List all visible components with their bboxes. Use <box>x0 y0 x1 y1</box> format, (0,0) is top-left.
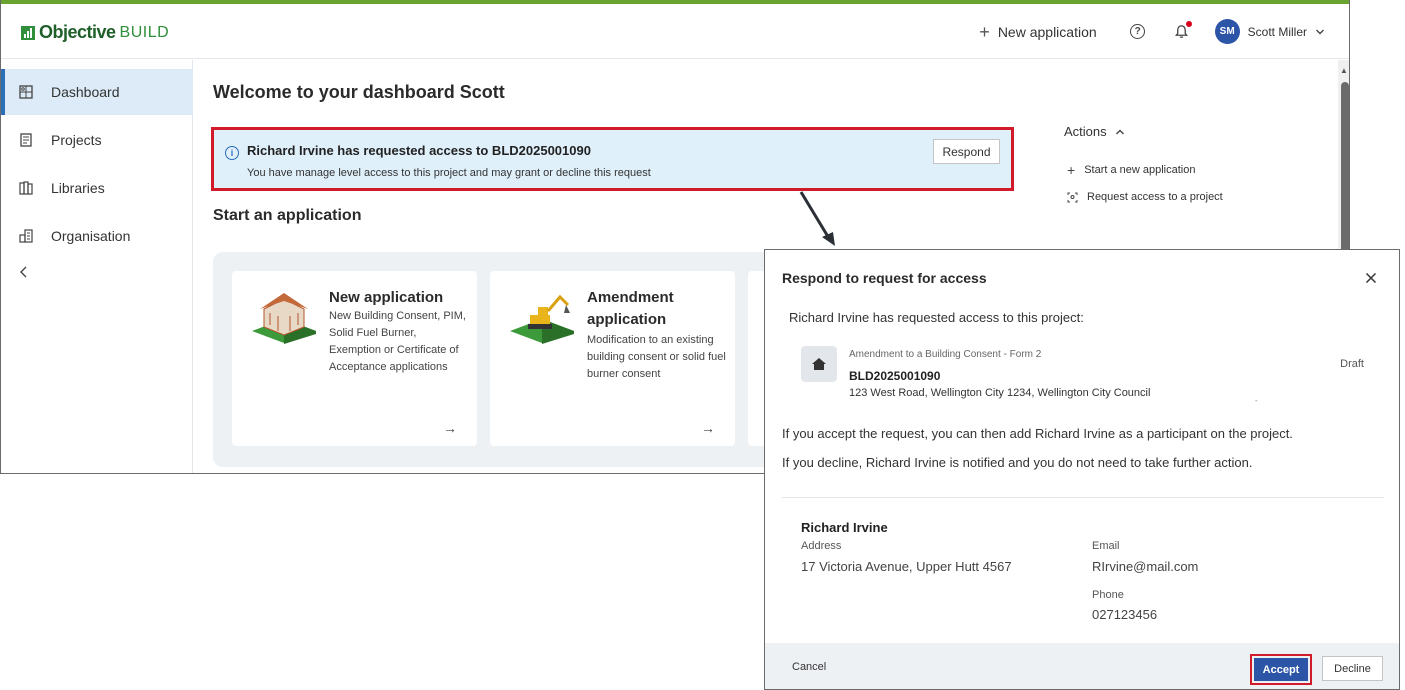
chevron-left-icon <box>20 266 27 278</box>
header: Objective BUILD + New application ? SM S… <box>1 4 1349 59</box>
card-title: Amendment application <box>587 289 674 328</box>
new-application-label: New application <box>997 23 1097 40</box>
user-menu[interactable]: SM Scott Miller <box>1214 19 1325 44</box>
help-button[interactable]: ? <box>1127 21 1149 43</box>
sidebar-item-projects[interactable]: Projects <box>1 117 193 163</box>
actions-title: Actions <box>1064 124 1107 139</box>
plus-icon: + <box>979 21 990 42</box>
close-button[interactable] <box>1365 268 1377 289</box>
respond-button[interactable]: Respond <box>933 139 1000 164</box>
sidebar-item-label: Libraries <box>51 180 105 196</box>
email-label: Email <box>1092 540 1120 552</box>
decline-button[interactable]: Decline <box>1322 656 1383 681</box>
actions-toggle[interactable]: Actions <box>1064 124 1125 139</box>
user-name: Scott Miller <box>1247 24 1307 39</box>
plus-icon: + <box>1067 162 1076 178</box>
divider <box>782 497 1384 498</box>
info-icon: i <box>225 146 239 160</box>
project-number: BLD2025001090 <box>849 369 941 383</box>
card-description: Modification to an existing building con… <box>587 334 726 380</box>
sidebar: Dashboard Projects Libraries Organisatio… <box>1 60 193 473</box>
help-icon: ? <box>1130 24 1146 39</box>
cancel-button[interactable]: Cancel <box>792 661 826 673</box>
arrow-right-icon: → <box>701 420 715 436</box>
organisation-icon <box>19 229 33 243</box>
sidebar-item-label: Dashboard <box>51 84 120 100</box>
alert-title: Richard Irvine has requested access to B… <box>247 143 591 158</box>
logo[interactable]: Objective BUILD <box>21 22 169 43</box>
avatar: SM <box>1214 19 1240 44</box>
amendment-application-card[interactable]: Amendment application Modification to an… <box>490 271 735 446</box>
accept-highlight: Accept <box>1250 654 1312 685</box>
collapse-sidebar-button[interactable] <box>19 265 29 283</box>
project-address: 123 West Road, Wellington City 1234, Wel… <box>849 387 1151 399</box>
logo-sub: BUILD <box>119 23 170 41</box>
email-value: RIrvine@mail.com <box>1092 559 1199 574</box>
card-title: New application <box>329 289 444 306</box>
section-title: Start an application <box>213 207 362 224</box>
page-title: Welcome to your dashboard Scott <box>213 82 505 102</box>
phone-label: Phone <box>1092 589 1124 601</box>
logo-icon <box>21 25 35 40</box>
accept-info-text: If you accept the request, you can then … <box>782 426 1293 441</box>
libraries-icon <box>19 181 33 195</box>
home-icon <box>812 358 826 370</box>
scroll-up-icon[interactable]: ▲ <box>1340 66 1348 75</box>
accept-button[interactable]: Accept <box>1254 658 1308 681</box>
dialog-intro: Richard Irvine has requested access to t… <box>789 310 1084 325</box>
project-card-icon <box>801 346 837 382</box>
project-status: Draft <box>1340 358 1364 370</box>
address-label: Address <box>801 540 842 552</box>
sidebar-item-label: Projects <box>51 132 102 148</box>
excavator-illustration-icon <box>510 294 574 344</box>
chevron-down-icon <box>1316 29 1324 34</box>
decline-info-text: If you decline, Richard Irvine is notifi… <box>782 455 1253 470</box>
request-access-icon <box>1067 192 1078 202</box>
application-cards: New application New Building Consent, PI… <box>213 252 813 467</box>
notification-badge <box>1185 20 1192 27</box>
dashboard-icon <box>19 85 33 99</box>
sidebar-item-dashboard[interactable]: Dashboard <box>1 69 193 115</box>
project-type: Amendment to a Building Consent - Form 2 <box>849 349 1042 360</box>
access-request-alert: i Richard Irvine has requested access to… <box>211 127 1014 191</box>
action-label: Request access to a project <box>1087 191 1223 203</box>
close-icon <box>1365 272 1377 284</box>
new-application-button[interactable]: + New application <box>979 23 1096 41</box>
request-access-link[interactable]: Request access to a project <box>1067 191 1223 203</box>
dialog-footer: Cancel Accept Decline <box>765 643 1399 689</box>
sidebar-item-label: Organisation <box>51 228 131 244</box>
sidebar-item-organisation[interactable]: Organisation <box>1 213 193 259</box>
chevron-up-icon <box>1115 129 1124 134</box>
house-illustration-icon <box>252 293 316 344</box>
dialog-title: Respond to request for access <box>782 270 987 286</box>
projects-icon <box>20 133 32 147</box>
start-new-application-link[interactable]: + Start a new application <box>1067 162 1195 178</box>
arrow-right-icon: → <box>443 420 457 436</box>
logo-name: Objective <box>39 22 116 42</box>
requester-name: Richard Irvine <box>801 520 888 535</box>
divider-mark: - <box>1255 396 1258 405</box>
new-application-card[interactable]: New application New Building Consent, PI… <box>232 271 477 446</box>
notifications-button[interactable] <box>1171 20 1193 43</box>
card-description: New Building Consent, PIM, Solid Fuel Bu… <box>329 310 466 373</box>
alert-text: You have manage level access to this pro… <box>247 167 651 179</box>
respond-access-dialog: Respond to request for access Richard Ir… <box>764 249 1400 690</box>
callout-arrow-icon <box>799 191 835 246</box>
sidebar-item-libraries[interactable]: Libraries <box>1 165 193 211</box>
action-label: Start a new application <box>1084 164 1196 176</box>
address-value: 17 Victoria Avenue, Upper Hutt 4567 <box>801 559 1012 574</box>
phone-value: 027123456 <box>1092 607 1158 622</box>
